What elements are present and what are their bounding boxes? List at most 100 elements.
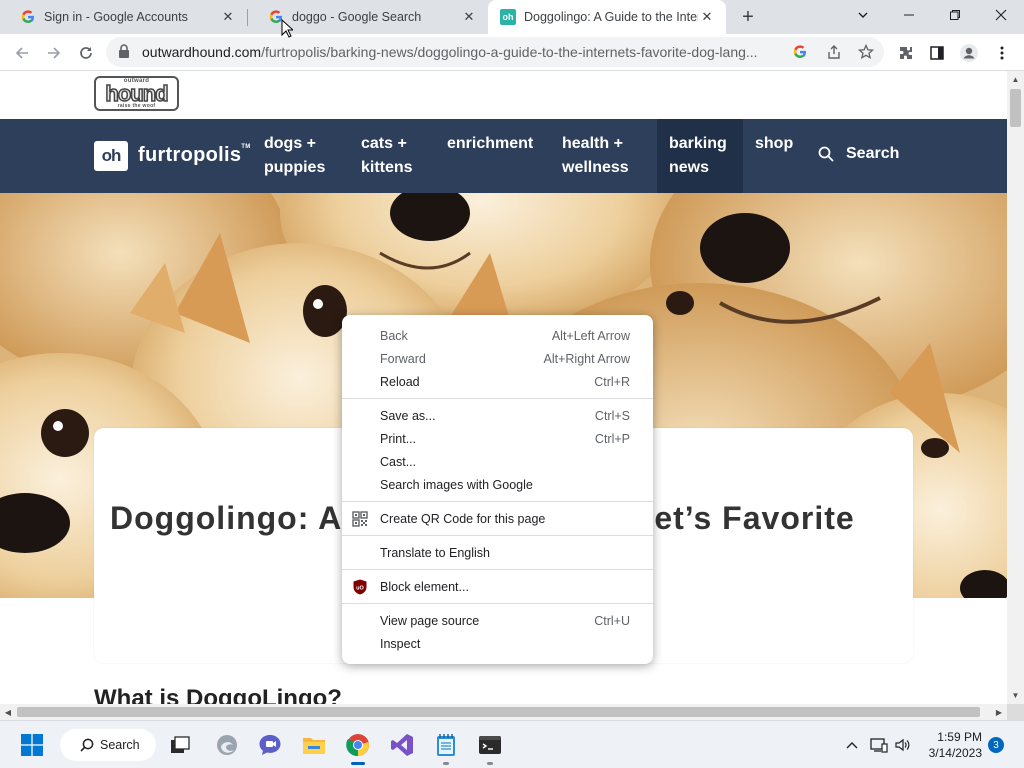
menu-item-shortcut: Ctrl+S [594,408,630,423]
menu-item-inspect[interactable]: Inspect [342,632,653,655]
vertical-scrollbar[interactable]: ▲ ▼ [1007,71,1024,704]
menu-item-cast[interactable]: Cast... [342,450,653,473]
nav-label-line2: wellness [562,159,629,176]
edge-browser-button[interactable] [211,729,243,761]
menu-item-search-images[interactable]: Search images with Google [342,473,653,496]
bookmark-star-icon[interactable] [856,42,876,62]
notepad-button[interactable] [430,729,462,761]
reload-button[interactable] [72,39,100,67]
chrome-running-indicator [351,762,365,765]
lock-icon [118,44,130,64]
extensions-puzzle-icon[interactable] [895,42,917,64]
system-clock[interactable]: 1:59 PM 3/14/2023 [926,729,982,761]
menu-item-reload[interactable]: Reload Ctrl+R [342,370,653,393]
vertical-scroll-thumb[interactable] [1010,89,1021,127]
scroll-right-arrow-icon[interactable]: ▶ [991,704,1007,720]
menu-item-label: Translate to English [380,545,491,560]
browser-toolbar: outwardhound.com/furtropolis/barking-new… [0,34,1024,71]
close-tab-icon[interactable]: ✕ [460,8,478,26]
close-window-button[interactable] [978,0,1024,30]
horizontal-scroll-thumb[interactable] [17,707,980,717]
notification-badge[interactable]: 3 [988,737,1004,753]
nav-label-line1: dogs + [264,135,317,152]
teams-chat-button[interactable] [254,729,286,761]
show-hidden-icons-button[interactable] [843,736,861,754]
menu-item-print[interactable]: Print... Ctrl+P [342,427,653,450]
nav-item-barking-news[interactable]: barking news [657,119,743,193]
scroll-up-arrow-icon[interactable]: ▲ [1007,71,1024,88]
close-tab-icon[interactable]: ✕ [698,8,716,26]
tab-title: Doggolingo: A Guide to the Inter [524,10,698,24]
nav-item-enrichment[interactable]: enrichment [447,132,533,156]
minimize-icon [904,14,914,16]
teams-chat-icon [259,735,281,755]
furtropolis-logo-name[interactable]: furtropolisTM [138,144,251,167]
tab-strip: Sign in - Google Accounts ✕ doggo - Goog… [0,0,1024,34]
nav-item-shop[interactable]: shop [755,132,793,156]
menu-item-back[interactable]: Back Alt+Left Arrow [342,324,653,347]
tab-doggolingo[interactable]: oh Doggolingo: A Guide to the Inter ✕ [488,0,726,34]
site-search-button[interactable]: Search [818,145,899,163]
file-explorer-button[interactable] [298,729,330,761]
nav-item-health-wellness[interactable]: health + wellness [562,132,629,180]
chrome-taskbar-button[interactable] [342,729,374,761]
furtropolis-logo-mark[interactable]: oh [94,141,128,171]
close-tab-icon[interactable]: ✕ [219,8,237,26]
back-button[interactable] [8,39,36,67]
chrome-menu-icon[interactable] [991,42,1013,64]
task-view-button[interactable] [164,729,196,761]
google-lens-icon[interactable] [790,42,810,62]
share-icon[interactable] [824,42,844,62]
menu-item-shortcut: Alt+Left Arrow [551,328,630,343]
horizontal-scrollbar[interactable]: ◀ ▶ [0,704,1007,720]
new-tab-button[interactable]: + [736,5,760,29]
trademark-mark: TM [241,144,251,150]
clock-time: 1:59 PM [937,730,982,744]
restore-button[interactable] [932,0,978,30]
scroll-down-arrow-icon[interactable]: ▼ [1007,687,1024,704]
terminal-button[interactable] [474,729,506,761]
network-button[interactable] [870,736,888,754]
nav-item-cats-kittens[interactable]: cats + kittens [361,132,413,180]
tab-search-button[interactable] [840,0,886,30]
arrow-left-icon [15,47,28,59]
qr-code-icon [351,510,368,527]
tab-google-accounts[interactable]: Sign in - Google Accounts ✕ [0,0,247,34]
visual-studio-button[interactable] [386,729,418,761]
menu-separator [342,569,653,570]
start-button[interactable] [16,729,48,761]
menu-item-create-qr-code[interactable]: Create QR Code for this page [342,507,653,530]
menu-item-view-source[interactable]: View page source Ctrl+U [342,609,653,632]
terminal-icon [479,736,501,754]
plus-icon: + [742,5,754,28]
site-navigation: oh furtropolisTM dogs + puppies cats + k… [0,119,1007,193]
chevron-up-icon [846,742,858,749]
chevron-down-icon [858,12,868,18]
search-icon [818,146,834,162]
profile-avatar-icon[interactable] [958,42,980,64]
nav-label-line1: cats + [361,135,407,152]
taskbar-search-box[interactable]: Search [60,729,156,761]
nav-label-line1: health + [562,135,623,152]
side-panel-icon[interactable] [926,42,948,64]
menu-item-translate[interactable]: Translate to English [342,541,653,564]
oh-favicon: oh [500,9,516,25]
minimize-button[interactable] [886,0,932,30]
menu-item-shortcut: Alt+Right Arrow [543,351,631,366]
scroll-left-arrow-icon[interactable]: ◀ [0,704,16,720]
menu-item-label: Reload [380,374,420,389]
visual-studio-icon [391,734,413,756]
forward-button[interactable] [40,39,68,67]
address-bar[interactable]: outwardhound.com/furtropolis/barking-new… [106,37,884,67]
menu-item-block-element[interactable]: uO Block element... [342,575,653,598]
menu-item-forward[interactable]: Forward Alt+Right Arrow [342,347,653,370]
menu-item-label: View page source [380,613,480,628]
nav-item-dogs-puppies[interactable]: dogs + puppies [264,132,325,180]
menu-item-save-as[interactable]: Save as... Ctrl+S [342,404,653,427]
menu-item-label: Print... [380,431,417,446]
brand-bar: outward hound raise the woof [0,71,1007,119]
nav-label-line1: barking [669,135,727,152]
logo-tagline: raise the woof [117,103,156,109]
volume-button[interactable] [894,736,912,754]
outward-hound-logo[interactable]: outward hound raise the woof [94,76,179,111]
